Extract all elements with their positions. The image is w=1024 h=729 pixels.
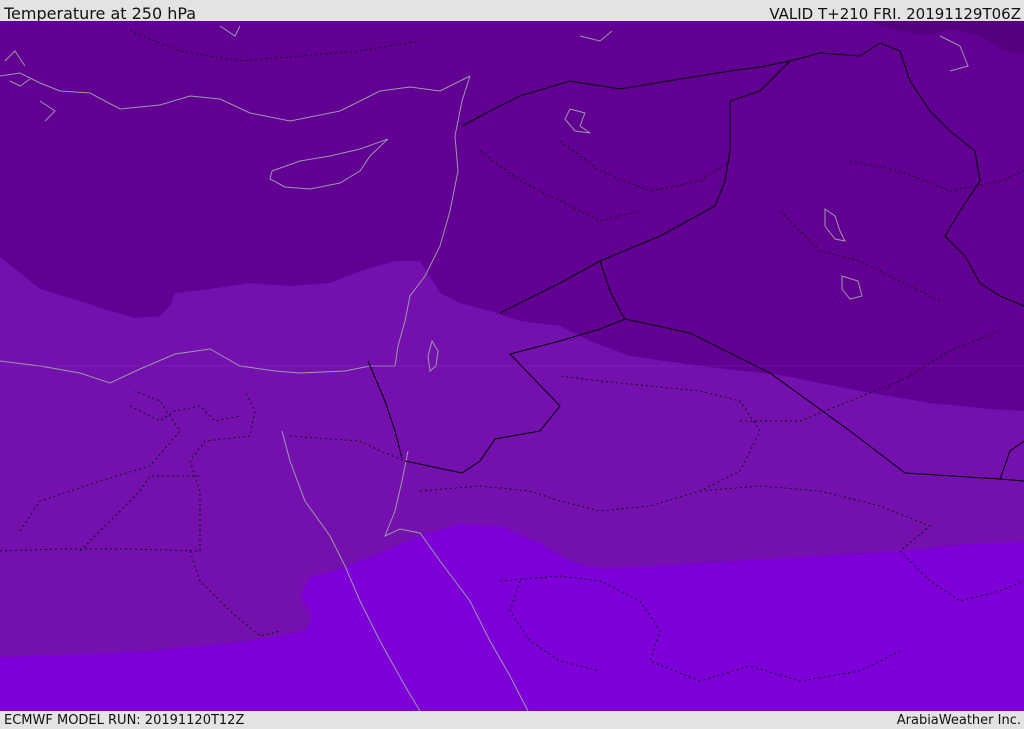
weather-map — [0, 21, 1024, 711]
header-bar: Temperature at 250 hPa VALID T+210 FRI. … — [0, 0, 1024, 23]
model-run: ECMWF MODEL RUN: 20191120T12Z — [4, 713, 245, 728]
credit-text: ArabiaWeather Inc. — [896, 713, 1021, 728]
footer-bar: ECMWF MODEL RUN: 20191120T12Z ArabiaWeat… — [0, 711, 1024, 729]
